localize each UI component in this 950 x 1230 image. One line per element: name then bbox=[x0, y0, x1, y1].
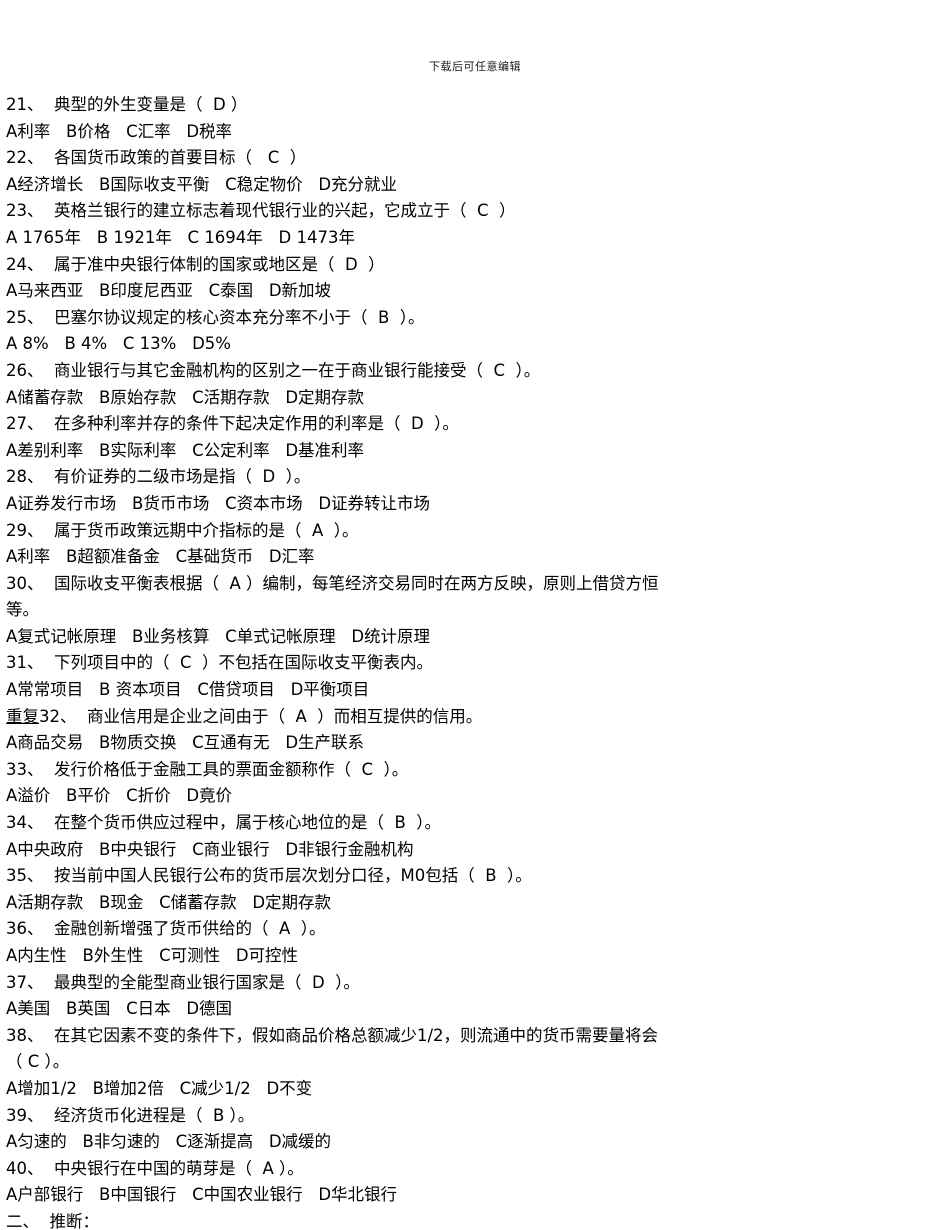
text-line: 36、 金融创新增强了货币供给的（ A ）。 bbox=[6, 919, 326, 939]
text-line: 30、 国际收支平衡表根据（ A ）编制，每笔经济交易同时在两方反映，原则上借贷… bbox=[6, 573, 659, 593]
text-line: A户部银行 B中国银行 C中国农业银行 D华北银行 bbox=[6, 1185, 398, 1205]
text-line: A复式记帐原理 B业务核算 C单式记帐原理 D统计原理 bbox=[6, 626, 431, 646]
text-line: 27、 在多种利率并存的条件下起决定作用的利率是（ D ）。 bbox=[6, 414, 459, 434]
text-line: A常常项目 B 资本项目 C借贷项目 D平衡项目 bbox=[6, 680, 370, 700]
text-line: A利率 B价格 C汇率 D税率 bbox=[6, 121, 233, 141]
text-line-underlined-prefix: 重复32、 商业信用是企业之间由于（ A ）而相互提供的信用。 bbox=[6, 704, 944, 731]
text-line: A匀速的 B非匀速的 C逐渐提高 D减缓的 bbox=[6, 1132, 332, 1152]
text-line: A 1765年 B 1921年 C 1694年 D 1473年 bbox=[6, 227, 355, 247]
text-line: 35、 按当前中国人民银行公布的货币层次划分口径，M0包括（ B ）。 bbox=[6, 866, 532, 886]
line-remainder: 32、 商业信用是企业之间由于（ A ）而相互提供的信用。 bbox=[39, 706, 483, 726]
text-line: A内生性 B外生性 C可测性 D可控性 bbox=[6, 946, 299, 965]
text-line: 37、 最典型的全能型商业银行国家是（ D ）。 bbox=[6, 972, 360, 992]
underlined-note: 重复 bbox=[6, 706, 39, 726]
text-line: A中央政府 B中央银行 C商业银行 D非银行金融机构 bbox=[6, 839, 414, 859]
text-line: A证券发行市场 B货币市场 C资本市场 D证券转让市场 bbox=[6, 493, 431, 513]
text-line: 31、 下列项目中的（ C ）不包括在国际收支平衡表内。 bbox=[6, 653, 433, 673]
text-line: 38、 在其它因素不变的条件下，假如商品价格总额减少1/2，则流通中的货币需要量… bbox=[6, 1025, 659, 1045]
text-line: A溢价 B平价 C折价 D竟价 bbox=[6, 786, 233, 806]
text-line: 24、 属于准中央银行体制的国家或地区是（ D ） bbox=[6, 254, 385, 274]
text-line: A增加1/2 B增加2倍 C减少1/2 D不变 bbox=[6, 1078, 313, 1098]
text-line: 二、 推断： bbox=[6, 1211, 99, 1230]
text-line: A活期存款 B现金 C储蓄存款 D定期存款 bbox=[6, 892, 332, 912]
text-line: 28、 有价证券的二级市场是指（ D ）。 bbox=[6, 467, 311, 487]
page-header-watermark: 下载后可任意编辑 bbox=[429, 60, 521, 73]
text-line: A利率 B超额准备金 C基础货币 D汇率 bbox=[6, 547, 315, 567]
document-body: 21、 典型的外生变量是（ D ） A利率 B价格 C汇率 D税率 22、 各国… bbox=[6, 92, 944, 1230]
text-line: A马来西亚 B印度尼西亚 C泰国 D新加坡 bbox=[6, 281, 332, 301]
text-line: （ C ）。 bbox=[6, 1052, 70, 1072]
text-line: A差别利率 B实际利率 C公定利率 D基准利率 bbox=[6, 440, 365, 460]
text-line: 21、 典型的外生变量是（ D ） bbox=[6, 95, 248, 114]
text-line: A美国 B英国 C日本 D德国 bbox=[6, 999, 233, 1019]
text-line: A经济增长 B国际收支平衡 C稳定物价 D充分就业 bbox=[6, 174, 398, 194]
text-line: 等。 bbox=[6, 600, 39, 620]
text-line: 22、 各国货币政策的首要目标（ C ） bbox=[6, 148, 307, 168]
text-line: A储蓄存款 B原始存款 C活期存款 D定期存款 bbox=[6, 387, 365, 407]
text-line: 25、 巴塞尔协议规定的核心资本充分率不小于（ B ）。 bbox=[6, 307, 425, 327]
text-line: 39、 经济货币化进程是（ B ）。 bbox=[6, 1105, 255, 1125]
text-line: A商品交易 B物质交换 C互通有无 D生产联系 bbox=[6, 733, 365, 753]
text-line: 34、 在整个货币供应过程中，属于核心地位的是（ B ）。 bbox=[6, 813, 442, 833]
text-line: 40、 中央银行在中国的萌芽是（ A ）。 bbox=[6, 1158, 304, 1178]
text-line: 33、 发行价格低于金融工具的票面金额称作（ C ）。 bbox=[6, 759, 409, 779]
text-line: 23、 英格兰银行的建立标志着现代银行业的兴起，它成立于（ C ） bbox=[6, 201, 516, 221]
text-line: 29、 属于货币政策远期中介指标的是（ A ）。 bbox=[6, 520, 359, 540]
text-line: 26、 商业银行与其它金融机构的区别之一在于商业银行能接受（ C ）。 bbox=[6, 360, 541, 380]
document-page: 下载后可任意编辑 21、 典型的外生变量是（ D ） A利率 B价格 C汇率 D… bbox=[0, 0, 950, 1230]
text-line: A 8% B 4% C 13% D5% bbox=[6, 334, 231, 354]
